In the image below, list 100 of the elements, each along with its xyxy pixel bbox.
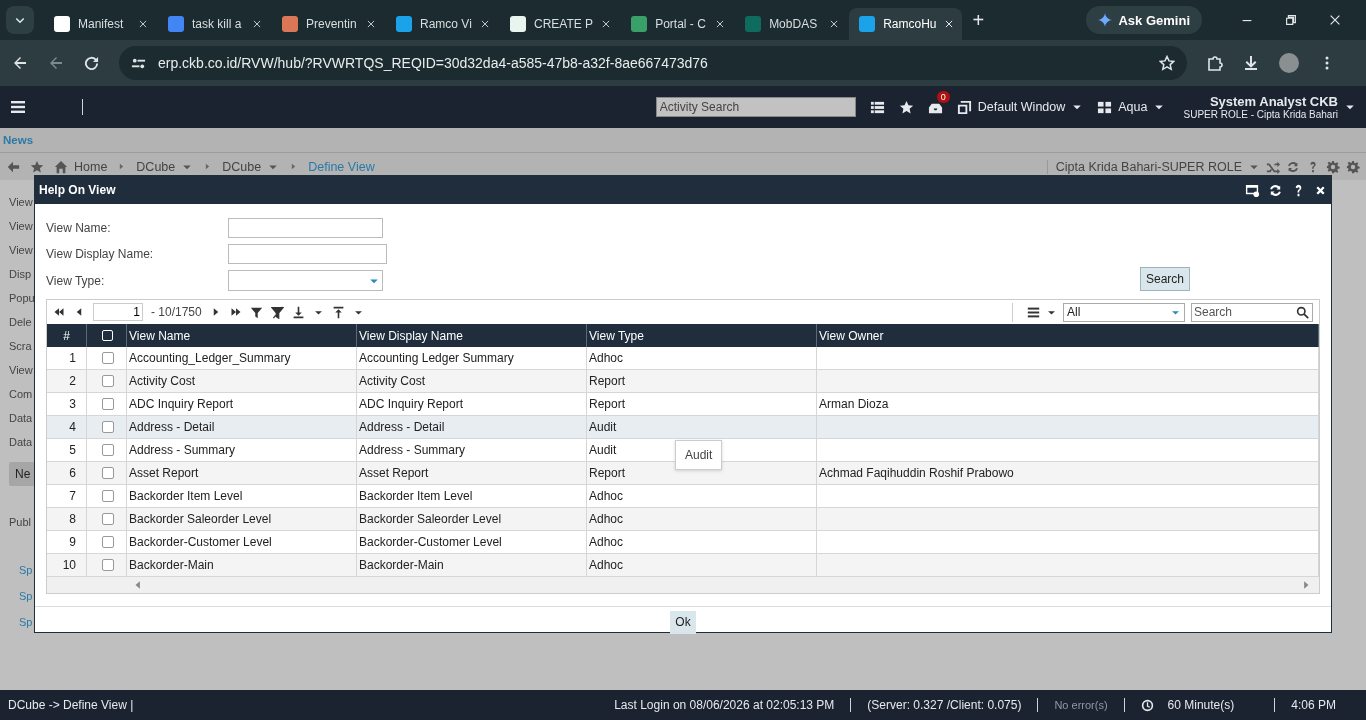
search-icon	[1296, 305, 1309, 319]
star-icon[interactable]	[898, 99, 914, 115]
upload-icon[interactable]	[331, 305, 345, 319]
site-icon	[54, 16, 70, 32]
close-icon[interactable]	[480, 19, 490, 29]
browser-tab[interactable]: CREATE P	[500, 8, 620, 40]
new-tab-button[interactable]: +	[964, 8, 993, 32]
row-checkbox[interactable]	[101, 490, 114, 502]
gemini-button[interactable]: Ask Gemini	[1086, 6, 1202, 34]
menu-icon[interactable]	[1027, 305, 1040, 319]
gears-icon[interactable]	[1326, 159, 1340, 174]
table-row[interactable]: 6 Asset Report Asset Report Report Achmad Faqihuddin Roshif Prabowo	[47, 462, 1319, 485]
page-number-field[interactable]: 1	[93, 303, 143, 321]
activity-search-field[interactable]: Activity Search	[655, 97, 856, 117]
row-checkbox[interactable]	[101, 375, 114, 387]
download-icon[interactable]	[291, 305, 305, 319]
forward-icon[interactable]	[48, 55, 64, 71]
table-cell: Report	[587, 370, 817, 392]
browser-tab[interactable]: RamcoHu	[849, 8, 963, 40]
list-icon[interactable]	[869, 99, 885, 115]
user-name[interactable]: System Analyst CKB	[1209, 94, 1338, 109]
address-bar[interactable]: erp.ckb.co.id/RVW/hub/?RVWRTQS_REQID=30d32da4-a585-47b8-a32f-8ae667473d76	[119, 46, 1187, 80]
dialog-title: Help On View	[39, 183, 117, 197]
reload-icon[interactable]	[84, 55, 99, 71]
menu-icon[interactable]	[10, 99, 26, 115]
row-checkbox[interactable]	[101, 559, 114, 571]
star-icon[interactable]	[30, 159, 44, 174]
column-header[interactable]: View Name	[127, 324, 357, 347]
site-icon	[745, 16, 762, 32]
browser-tab[interactable]: Portal - C	[621, 8, 734, 40]
close-icon[interactable]	[829, 19, 840, 29]
extensions-icon[interactable]	[1207, 55, 1223, 71]
settings-icon[interactable]	[1346, 159, 1360, 174]
table-row[interactable]: 2 Activity Cost Activity Cost Report	[47, 370, 1319, 393]
table-cell: Address - Detail	[357, 416, 587, 438]
close-icon[interactable]	[138, 19, 148, 29]
bookmark-star-icon[interactable]	[1159, 55, 1175, 71]
column-header[interactable]: View Type	[587, 324, 817, 347]
row-number: 9	[47, 531, 87, 553]
browser-tab[interactable]: MobDAS	[735, 8, 848, 40]
select-all-checkbox[interactable]	[102, 330, 113, 341]
user-role: SUPER ROLE - Cipta Krida Bahari	[1183, 109, 1338, 120]
window-settings-icon[interactable]	[1245, 182, 1260, 198]
search-button[interactable]: Search	[1139, 267, 1190, 291]
filter-icon[interactable]	[249, 305, 263, 319]
row-number: 8	[47, 508, 87, 530]
close-icon[interactable]	[366, 19, 376, 29]
close-icon[interactable]	[252, 19, 262, 29]
table-row[interactable]: 8 Backorder Saleorder Level Backorder Saleorder Level Adhoc	[47, 508, 1319, 531]
field-label: Com	[9, 387, 33, 402]
dropdown-field[interactable]	[228, 270, 383, 291]
theme-selector[interactable]: Aqua	[1097, 99, 1166, 115]
role-selector[interactable]: Cipta Krida Bahari-SUPER ROLE	[1055, 159, 1242, 174]
scroll-left-icon[interactable]	[133, 580, 143, 590]
clear-filter-icon[interactable]	[270, 305, 284, 319]
first-page-icon[interactable]	[53, 306, 65, 318]
close-icon[interactable]	[715, 19, 726, 29]
restore-icon[interactable]	[1284, 13, 1298, 27]
row-checkbox[interactable]	[101, 467, 114, 479]
site-icon	[510, 16, 526, 32]
filter-dropdown[interactable]: All	[1063, 302, 1185, 322]
row-number: 4	[47, 416, 87, 438]
row-checkbox[interactable]	[101, 352, 114, 364]
row-checkbox[interactable]	[101, 398, 114, 410]
browser-tab[interactable]: Manifest	[44, 8, 156, 40]
close-icon[interactable]	[1328, 13, 1342, 27]
table-cell: Address - Summary	[127, 439, 357, 461]
table-row[interactable]: 10 Backorder-Main Backorder-Main Adhoc	[47, 554, 1319, 577]
grid-search-field[interactable]: Search	[1191, 302, 1313, 322]
refresh-icon[interactable]	[1268, 182, 1283, 198]
browser-tab[interactable]: Ramco Vi	[386, 8, 498, 40]
table-cell: Address - Detail	[127, 416, 357, 438]
row-checkbox[interactable]	[101, 421, 114, 433]
column-header[interactable]: View Display Name	[357, 324, 587, 347]
row-checkbox[interactable]	[101, 513, 114, 525]
browser-tab[interactable]: task kill a	[158, 8, 270, 40]
profile-avatar[interactable]	[1279, 53, 1299, 73]
column-header[interactable]: View Owner	[817, 324, 1319, 347]
browser-tab[interactable]: Preventin	[272, 8, 384, 40]
page-button[interactable]: Ne	[9, 462, 37, 486]
ok-button[interactable]: Ok	[670, 610, 696, 634]
download-icon[interactable]	[1243, 55, 1259, 71]
last-page-icon[interactable]	[229, 306, 242, 318]
text-field[interactable]	[228, 218, 383, 238]
row-checkbox[interactable]	[101, 444, 114, 456]
tab-search-button[interactable]	[6, 6, 34, 34]
window-selector[interactable]: Default Window	[956, 99, 1084, 115]
scroll-right-icon[interactable]	[1301, 580, 1311, 590]
back-icon[interactable]	[12, 55, 28, 71]
table-cell: Adhoc	[587, 485, 817, 507]
close-icon[interactable]	[601, 19, 612, 29]
row-checkbox[interactable]	[101, 536, 114, 548]
site-icon	[282, 16, 298, 32]
breadcrumb-item[interactable]: Home	[74, 159, 108, 174]
breadcrumb-item[interactable]: DCube	[222, 159, 262, 174]
table-cell: Adhoc	[587, 531, 817, 553]
shuffle-icon[interactable]	[1266, 159, 1280, 174]
text-field[interactable]	[228, 244, 387, 264]
breadcrumb-item[interactable]: DCube	[136, 159, 176, 174]
table-row[interactable]: 4 Address - Detail Address - Detail Audit	[47, 416, 1319, 439]
